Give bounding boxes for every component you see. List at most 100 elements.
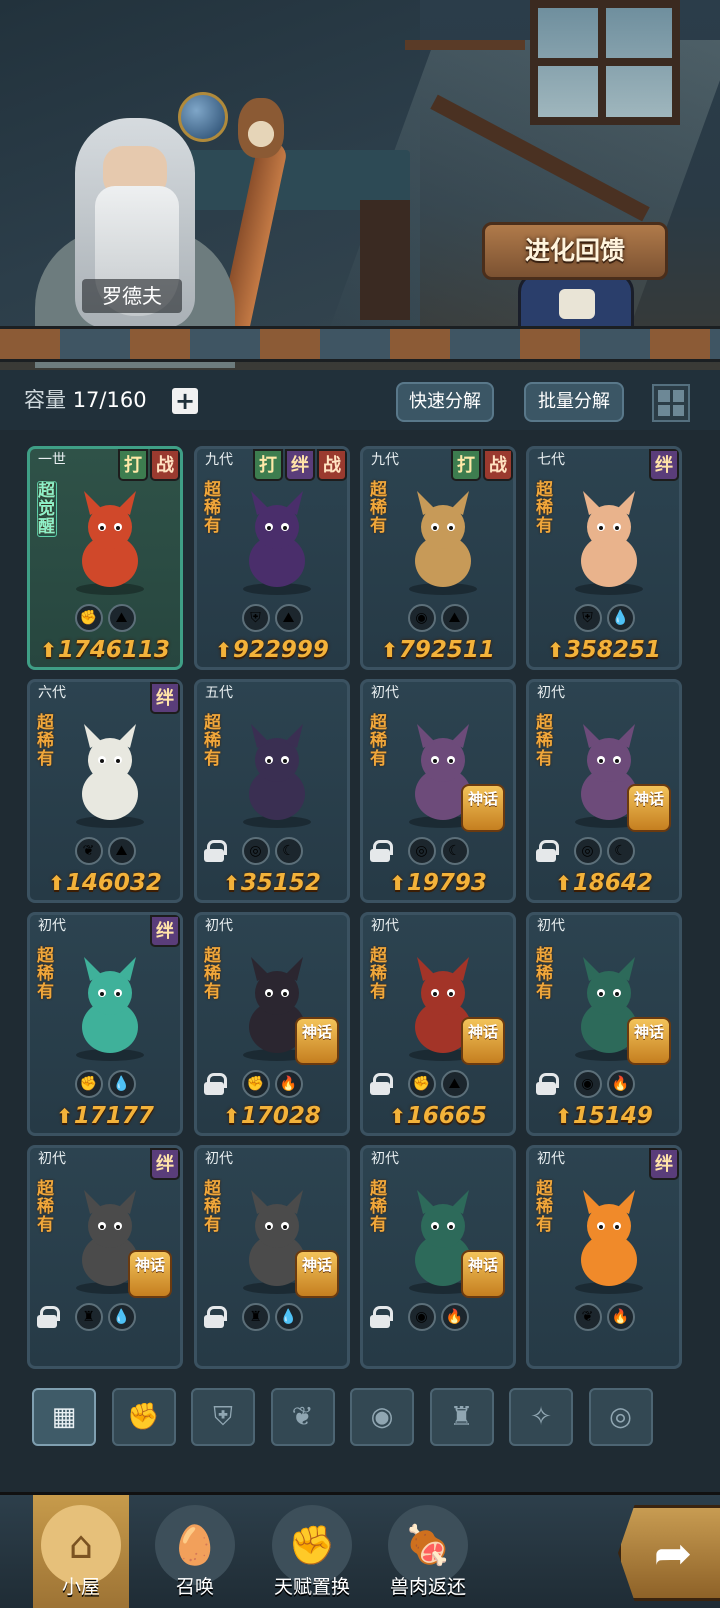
element-icons: ❦ 🔥 xyxy=(529,1303,679,1331)
pet-card[interactable]: 初代 超稀有 神话 ◉ 🔥 ⬆15149 xyxy=(526,912,682,1136)
shield-category-icon[interactable]: ⛨ xyxy=(191,1388,255,1446)
nav-item-meat[interactable]: 🍖 兽肉返还 xyxy=(373,1495,483,1608)
generation-label: 五代 xyxy=(205,685,233,701)
grid-view-icon[interactable] xyxy=(652,384,690,422)
window xyxy=(530,0,680,125)
expand-capacity-button[interactable]: + xyxy=(172,388,198,414)
rarity-label: 超稀有 xyxy=(204,946,221,1002)
share-arrow-icon[interactable]: ➦ xyxy=(618,1505,720,1601)
all-category-icon[interactable]: ▦ xyxy=(32,1388,96,1446)
rarity-label: 超稀有 xyxy=(37,713,54,769)
power-value: ⬆146032 xyxy=(30,869,180,897)
creature-portrait xyxy=(227,722,327,832)
water-icon: 💧 xyxy=(274,1303,303,1331)
sprout-category-icon[interactable]: ❦ xyxy=(270,1388,335,1446)
power-arrow-icon: ⬆ xyxy=(381,638,398,662)
wizard-npc[interactable] xyxy=(35,118,235,368)
element-icons: ✊ 💧 xyxy=(30,1070,180,1098)
element-icons: ✊ ⛰ xyxy=(363,1070,513,1098)
pet-card[interactable]: 初代 超稀有 神话 ◎ ☾ ⬆19793 xyxy=(360,679,516,903)
trait-tag: 绊 xyxy=(649,1148,679,1180)
power-arrow-icon: ⬆ xyxy=(48,871,65,895)
trait-tag: 绊 xyxy=(150,1148,180,1180)
pet-card[interactable]: 初代 绊超稀有 ✊ 💧 ⬆17177 xyxy=(27,912,183,1136)
mythic-badge: 神话 xyxy=(461,784,505,832)
alien-icon: ◉ xyxy=(407,604,436,632)
capacity-title: 容量 xyxy=(24,388,66,412)
pet-card[interactable]: 初代 超稀有 神话 ♜ 💧 xyxy=(194,1145,350,1369)
nav-item-fist[interactable]: ✊ 天赋置换 xyxy=(257,1495,367,1608)
pet-card[interactable]: 五代 超稀有 ◎ ☾ ⬆35152 xyxy=(194,679,350,903)
power-number: 922999 xyxy=(232,637,329,663)
pet-card[interactable]: 一世 打战超觉醒 ✊ ⛰ ⬆1746113 xyxy=(27,446,183,670)
eye-category-icon[interactable]: ◎ xyxy=(588,1388,653,1446)
alien-category-icon[interactable]: ◉ xyxy=(350,1388,414,1446)
pet-card[interactable]: 九代 打绊战超稀有 ⛨ ⛰ ⬆922999 xyxy=(194,446,350,670)
pet-card[interactable]: 初代 绊超稀有 ❦ 🔥 xyxy=(526,1145,682,1369)
fist-icon: ✊ xyxy=(74,1070,103,1098)
power-arrow-icon: ⬆ xyxy=(547,638,564,662)
pet-card[interactable]: 六代 绊超稀有 ❦ ⛰ ⬆146032 xyxy=(27,679,183,903)
capacity-value: 17/160 xyxy=(72,388,147,412)
fire-icon: 🔥 xyxy=(440,1303,469,1331)
batch-decompose-button[interactable]: 批量分解 xyxy=(524,382,624,422)
earth-icon: ⛰ xyxy=(440,604,469,632)
pet-card[interactable]: 七代 绊超稀有 ⛨ 💧 ⬆358251 xyxy=(526,446,682,670)
eye-icon: ◎ xyxy=(241,837,270,865)
power-number: 19793 xyxy=(406,870,487,896)
pet-card[interactable]: 初代 超稀有 神话 ◉ 🔥 xyxy=(360,1145,516,1369)
rarity-label: 超稀有 xyxy=(204,713,221,769)
pet-card[interactable]: 初代 超稀有 神话 ◎ ☾ ⬆18642 xyxy=(526,679,682,903)
capacity-label: 容量 17/160 xyxy=(24,384,147,416)
shield-icon: ⛨ xyxy=(573,604,602,632)
water-icon: 💧 xyxy=(606,604,635,632)
earth-icon: ⛰ xyxy=(274,604,303,632)
element-icons: ♜ 💧 xyxy=(197,1303,347,1331)
element-icons: ◉ 🔥 xyxy=(529,1070,679,1098)
power-value: ⬆17177 xyxy=(30,1102,180,1130)
power-number: 17028 xyxy=(240,1103,321,1129)
power-arrow-icon: ⬆ xyxy=(555,1104,572,1128)
pet-card[interactable]: 初代 超稀有 神话 ✊ 🔥 ⬆17028 xyxy=(194,912,350,1136)
tower-category-icon[interactable]: ♜ xyxy=(429,1388,494,1446)
pet-card[interactable]: 九代 打战超稀有 ◉ ⛰ ⬆792511 xyxy=(360,446,516,670)
pet-card[interactable]: 初代 绊超稀有 神话 ♜ 💧 xyxy=(27,1145,183,1369)
power-number: 17177 xyxy=(73,1103,154,1129)
power-value: ⬆16665 xyxy=(363,1102,513,1130)
fist-category-icon[interactable]: ✊ xyxy=(111,1388,176,1446)
power-arrow-icon: ⬆ xyxy=(56,1104,73,1128)
generation-label: 七代 xyxy=(537,452,565,468)
power-arrow-icon: ⬆ xyxy=(555,871,572,895)
power-number: 792511 xyxy=(398,637,495,663)
tower-icon: ♜ xyxy=(74,1303,103,1331)
evolution-reward-button[interactable]: 进化回馈 xyxy=(482,222,668,280)
power-arrow-icon: ⬆ xyxy=(215,638,232,662)
nav-item-egg[interactable]: 🥚 召唤 xyxy=(140,1495,250,1608)
pet-card[interactable]: 初代 超稀有 神话 ✊ ⛰ ⬆16665 xyxy=(360,912,516,1136)
trait-tag: 绊 xyxy=(150,915,180,947)
sprout-icon: ❦ xyxy=(74,837,103,865)
earth-icon: ⛰ xyxy=(107,604,136,632)
quick-decompose-button[interactable]: 快速分解 xyxy=(396,382,494,422)
alien-icon: ◉ xyxy=(573,1070,602,1098)
power-value: ⬆922999 xyxy=(197,636,347,664)
nav-item-hut[interactable]: ⌂ 小屋 xyxy=(33,1495,129,1608)
scene-ledge xyxy=(0,326,720,362)
generation-label: 六代 xyxy=(38,685,66,701)
tower-icon: ♜ xyxy=(241,1303,270,1331)
bottom-navigation: ➦ ⌂ 小屋 🥚 召唤 ✊ 天赋置换 🍖 兽肉返还 xyxy=(0,1492,720,1608)
moon-icon: ☾ xyxy=(274,837,303,865)
element-icons: ♜ 💧 xyxy=(30,1303,180,1331)
generation-label: 初代 xyxy=(38,1151,66,1167)
power-number: 18642 xyxy=(572,870,653,896)
creature-portrait xyxy=(60,955,160,1065)
power-arrow-icon: ⬆ xyxy=(389,871,406,895)
trait-tags: 绊 xyxy=(649,449,679,481)
mythic-badge: 神话 xyxy=(128,1250,172,1298)
eye-icon: ◎ xyxy=(573,837,602,865)
crosshair-category-icon[interactable]: ✧ xyxy=(509,1388,573,1446)
trait-tag: 绊 xyxy=(150,682,180,714)
power-number: 358251 xyxy=(564,637,661,663)
element-icons: ◎ ☾ xyxy=(197,837,347,865)
shelf xyxy=(405,40,525,50)
